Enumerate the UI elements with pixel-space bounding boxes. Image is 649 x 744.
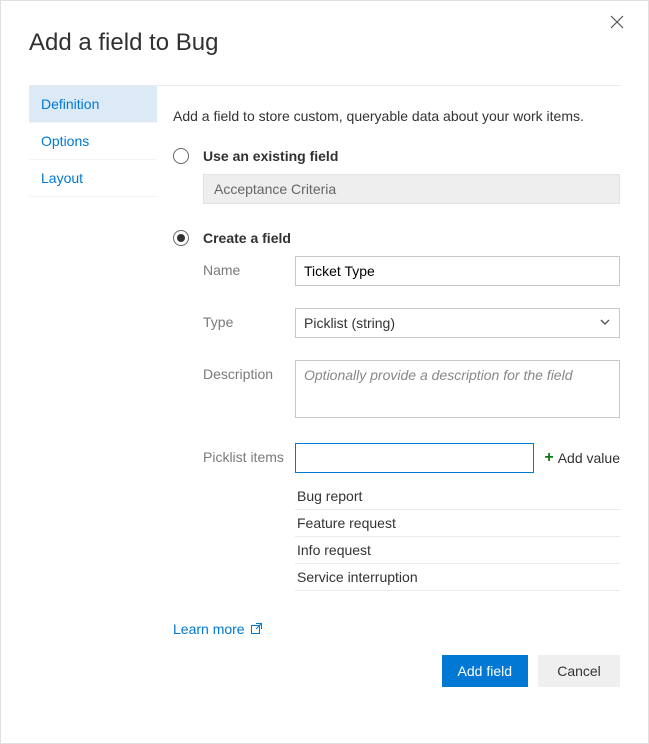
external-link-icon <box>251 621 262 637</box>
picklist-label: Picklist items <box>203 443 295 473</box>
sidebar-item-label: Options <box>41 133 89 149</box>
sidebar-item-label: Layout <box>41 170 83 186</box>
close-icon[interactable] <box>610 15 630 35</box>
description-label: Description <box>203 360 295 421</box>
dialog-content: Add a field to store custom, queryable d… <box>157 86 620 637</box>
list-item[interactable]: Service interruption <box>295 564 620 591</box>
type-select[interactable]: Picklist (string) <box>295 308 620 338</box>
learn-more-link[interactable]: Learn more <box>173 621 262 637</box>
sidebar-item-definition[interactable]: Definition <box>29 86 157 123</box>
add-value-label: Add value <box>558 450 620 466</box>
sidebar-item-layout[interactable]: Layout <box>29 160 157 197</box>
chevron-down-icon <box>599 315 611 331</box>
dialog-title: Add a field to Bug <box>29 29 620 57</box>
radio-use-existing[interactable]: Use an existing field <box>173 148 620 164</box>
list-item[interactable]: Info request <box>295 537 620 564</box>
plus-icon: + <box>544 449 553 467</box>
add-value-button[interactable]: + Add value <box>544 449 620 467</box>
description-textarea[interactable] <box>295 360 620 418</box>
sidebar: Definition Options Layout <box>29 86 157 637</box>
type-label: Type <box>203 308 295 338</box>
picklist-items-list: Bug report Feature request Info request … <box>295 483 620 591</box>
radio-label: Create a field <box>203 230 291 246</box>
list-item[interactable]: Feature request <box>295 510 620 537</box>
name-label: Name <box>203 256 295 286</box>
dialog-footer: Add field Cancel <box>442 655 620 687</box>
intro-text: Add a field to store custom, queryable d… <box>173 108 620 124</box>
radio-icon <box>173 230 189 246</box>
existing-field-select: Acceptance Criteria <box>203 174 620 204</box>
add-field-dialog: Add a field to Bug Definition Options La… <box>0 0 649 744</box>
radio-create-field[interactable]: Create a field <box>173 230 620 246</box>
type-select-value: Picklist (string) <box>304 315 395 331</box>
radio-label: Use an existing field <box>203 148 338 164</box>
radio-icon <box>173 148 189 164</box>
cancel-button[interactable]: Cancel <box>538 655 620 687</box>
picklist-input[interactable] <box>295 443 534 473</box>
learn-more-label: Learn more <box>173 621 245 637</box>
sidebar-item-label: Definition <box>41 96 99 112</box>
add-field-button[interactable]: Add field <box>442 655 528 687</box>
name-input[interactable] <box>295 256 620 286</box>
sidebar-item-options[interactable]: Options <box>29 123 157 160</box>
list-item[interactable]: Bug report <box>295 483 620 510</box>
